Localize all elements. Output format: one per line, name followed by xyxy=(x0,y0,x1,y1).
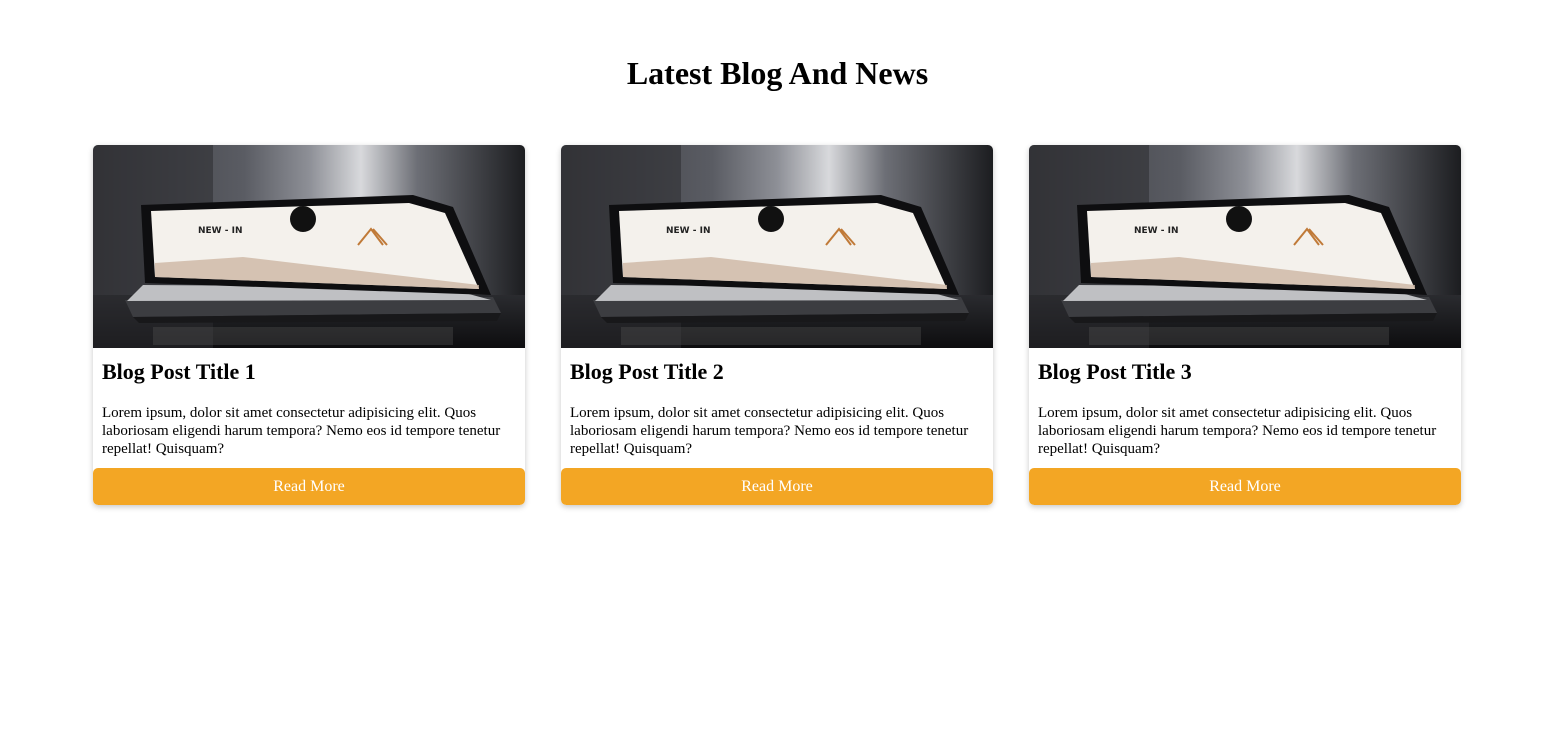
blog-card-list: NEW - IN Blog Post Title 1 Lorem ipsum, … xyxy=(93,145,1461,505)
blog-card: NEW - IN Blog Post Title 3 Lorem ipsum, … xyxy=(1029,145,1461,505)
read-more-button[interactable]: Read More xyxy=(1029,468,1461,505)
laptop-image[interactable]: NEW - IN xyxy=(93,145,525,348)
card-body: Blog Post Title 1 Lorem ipsum, dolor sit… xyxy=(93,348,525,468)
post-title[interactable]: Blog Post Title 2 xyxy=(570,358,984,386)
blog-card: NEW - IN Blog Post Title 2 Lorem ipsum, … xyxy=(561,145,993,505)
blog-card: NEW - IN Blog Post Title 1 Lorem ipsum, … xyxy=(93,145,525,505)
screen-text: NEW - IN xyxy=(198,226,243,236)
read-more-button[interactable]: Read More xyxy=(93,468,525,505)
screen-text: NEW - IN xyxy=(1134,226,1179,236)
read-more-button[interactable]: Read More xyxy=(561,468,993,505)
blog-section: Latest Blog And News NEW - IN Blog Post … xyxy=(0,0,1555,732)
post-excerpt: Lorem ipsum, dolor sit amet consectetur … xyxy=(1038,405,1437,457)
section-title: Latest Blog And News xyxy=(626,55,929,91)
card-body: Blog Post Title 3 Lorem ipsum, dolor sit… xyxy=(1029,348,1461,468)
post-title[interactable]: Blog Post Title 3 xyxy=(1038,358,1452,386)
screen-text: NEW - IN xyxy=(666,226,711,236)
post-excerpt: Lorem ipsum, dolor sit amet consectetur … xyxy=(102,405,501,457)
card-body: Blog Post Title 2 Lorem ipsum, dolor sit… xyxy=(561,348,993,468)
post-excerpt: Lorem ipsum, dolor sit amet consectetur … xyxy=(570,405,969,457)
laptop-image[interactable]: NEW - IN xyxy=(1029,145,1461,348)
post-title[interactable]: Blog Post Title 1 xyxy=(102,358,516,386)
laptop-image[interactable]: NEW - IN xyxy=(561,145,993,348)
